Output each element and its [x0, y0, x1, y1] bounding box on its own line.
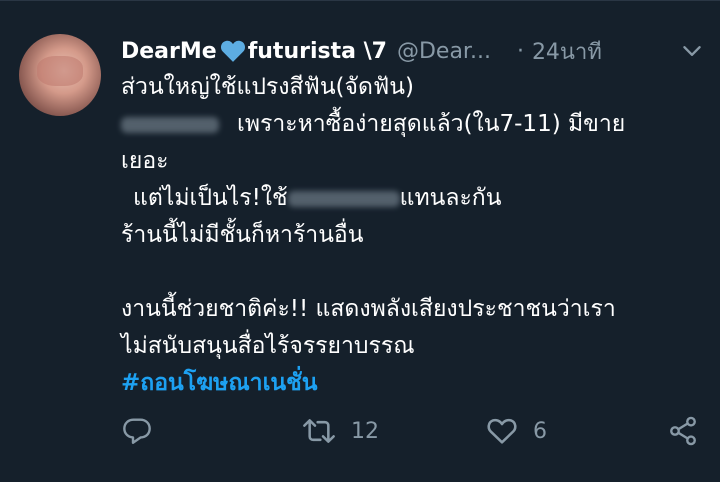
tweet-text: ส่วนใหญ่ใช้แปรงสีฟัน(จัดฟัน) เพราะหาซื้อ… [121, 69, 706, 402]
timestamp[interactable]: 24นาที [532, 34, 602, 69]
redacted-text [287, 190, 400, 207]
retweet-icon [303, 419, 335, 443]
chevron-down-icon[interactable] [679, 38, 705, 64]
hashtag-link[interactable]: #ถอนโฆษณาเนชั่น [121, 370, 318, 396]
like-count: 6 [533, 418, 547, 444]
display-name-part-2: futurista \7 [247, 38, 387, 64]
separator-dot: · [516, 38, 524, 64]
share-icon [670, 416, 696, 446]
heart-outline-icon [487, 418, 517, 444]
tweet-line-1: ส่วนใหญ่ใช้แปรงสีฟัน(จัดฟัน) [121, 74, 414, 100]
tweet-line-5: ร้านนี้ไม่มีชั้นก็หาร้านอื่น [121, 222, 364, 248]
avatar-shade [37, 56, 83, 86]
display-name-part-1: DearMe [121, 38, 217, 64]
tweet-line-4: แต่ไม่เป็นไร!ใช้ แทนละกัน [133, 185, 502, 211]
like-button[interactable]: 6 [485, 411, 547, 451]
tweet-line-8: #ถอนโฆษณาเนชั่น [121, 365, 706, 402]
retweet-count: 12 [351, 418, 379, 444]
tweet-header: DearMe futurista \7 @Dear... · 24นาที [121, 34, 711, 68]
action-bar: 12 6 [121, 411, 711, 451]
avatar[interactable] [19, 34, 101, 116]
share-button[interactable] [667, 411, 699, 451]
display-name[interactable]: DearMe futurista \7 [121, 39, 387, 64]
tweet-line-7: ไม่สนับสนุนสื่อไร้จรรยาบรรณ [121, 333, 415, 359]
reply-icon [123, 418, 151, 444]
tweet-line-6: งานนี้ช่วยชาติค่ะ!! แสดงพลังเสียงประชาชน… [121, 296, 616, 322]
tweet-line-2: เพราะหาซื้อง่ายสุดแล้ว(ใน7-11) มีขาย [121, 106, 706, 143]
reply-button[interactable] [121, 411, 153, 451]
redacted-text [121, 116, 219, 133]
tweet[interactable]: DearMe futurista \7 @Dear... · 24นาที ส่… [0, 0, 720, 482]
blue-heart-emoji-icon [220, 40, 245, 62]
tweet-line-3: เยอะ [121, 148, 169, 174]
retweet-button[interactable]: 12 [301, 411, 379, 451]
user-handle[interactable]: @Dear... [397, 39, 491, 64]
